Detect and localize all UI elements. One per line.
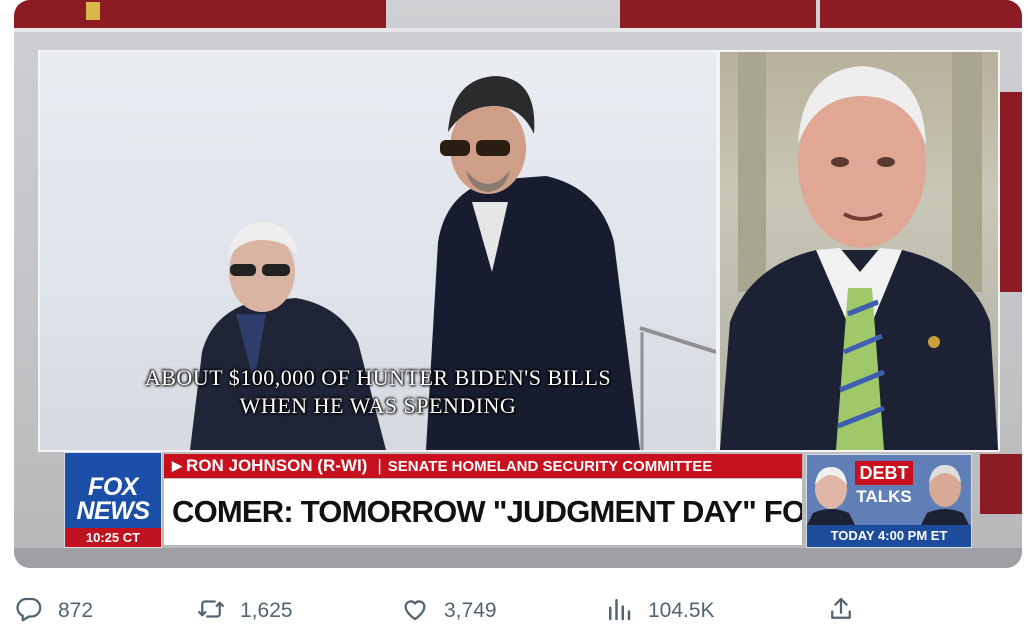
headline-text: COMER: TOMORROW "JUDGMENT DAY" FOR THE B… bbox=[172, 494, 802, 529]
speaker-banner: ▶ RON JOHNSON (R-WI) | SENATE HOMELAND SECU… bbox=[164, 454, 802, 478]
reply-icon bbox=[14, 594, 44, 629]
tweet-video-media[interactable]: ABOUT $100,000 OF HUNTER BIDEN'S BILLS W… bbox=[14, 0, 1022, 568]
promo-title-talks: TALKS bbox=[856, 487, 912, 506]
studio-light bbox=[86, 2, 100, 20]
fox-logo-top-text: FOX bbox=[88, 473, 138, 501]
fox-news-logo: FOX NEWS 10:25 CT bbox=[64, 452, 162, 548]
studio-red-panel bbox=[620, 0, 816, 28]
share-button[interactable] bbox=[826, 586, 856, 636]
subtitle-line-2: WHEN HE WAS SPENDING bbox=[239, 393, 517, 418]
studio-red-panel bbox=[820, 0, 1022, 28]
fox-logo-bottom-text: NEWS bbox=[76, 497, 151, 525]
promo-time: TODAY 4:00 PM ET bbox=[807, 525, 971, 547]
play-arrow-icon: ▶ bbox=[172, 458, 182, 473]
photo-panel: ABOUT $100,000 OF HUNTER BIDEN'S BILLS W… bbox=[38, 50, 718, 452]
tweet-action-bar: 872 1,625 3,749 104.5K bbox=[0, 586, 1028, 636]
ron-johnson-illustration bbox=[720, 52, 998, 450]
retweet-icon bbox=[196, 594, 226, 629]
studio-red-panel bbox=[14, 0, 386, 28]
retweet-count: 1,625 bbox=[240, 599, 293, 622]
broadcast-time: 10:25 CT bbox=[65, 528, 161, 547]
views-icon bbox=[604, 594, 634, 629]
promo-title-debt: DEBT bbox=[855, 461, 913, 485]
views-button[interactable]: 104.5K bbox=[604, 586, 715, 636]
headline-banner: COMER: TOMORROW "JUDGMENT DAY" FOR THE B… bbox=[164, 479, 802, 545]
studio-light-strip bbox=[14, 28, 1022, 32]
reply-button[interactable]: 872 bbox=[14, 586, 93, 636]
subtitle-line-1: ABOUT $100,000 OF HUNTER BIDEN'S BILLS bbox=[144, 365, 612, 390]
studio-red-panel bbox=[980, 454, 1022, 514]
speaker-panel bbox=[718, 50, 1000, 452]
retweet-button[interactable]: 1,625 bbox=[196, 586, 293, 636]
like-count: 3,749 bbox=[444, 599, 497, 622]
speaker-role: SENATE HOMELAND SECURITY COMMITTEE bbox=[387, 458, 713, 475]
views-count: 104.5K bbox=[648, 599, 715, 622]
banner-separator: | bbox=[377, 456, 382, 475]
like-button[interactable]: 3,749 bbox=[400, 586, 497, 636]
heart-icon bbox=[400, 594, 430, 629]
debt-talks-promo: DEBT TALKS TODAY 4:00 PM ET bbox=[806, 454, 972, 548]
studio-red-panel bbox=[1000, 92, 1022, 292]
reply-count: 872 bbox=[58, 599, 94, 622]
video-subtitle: ABOUT $100,000 OF HUNTER BIDEN'S BILLS W… bbox=[40, 364, 716, 420]
share-icon bbox=[826, 594, 856, 629]
speaker-name: RON JOHNSON (R-WI) bbox=[186, 456, 368, 475]
studio-ledge bbox=[14, 548, 1022, 568]
